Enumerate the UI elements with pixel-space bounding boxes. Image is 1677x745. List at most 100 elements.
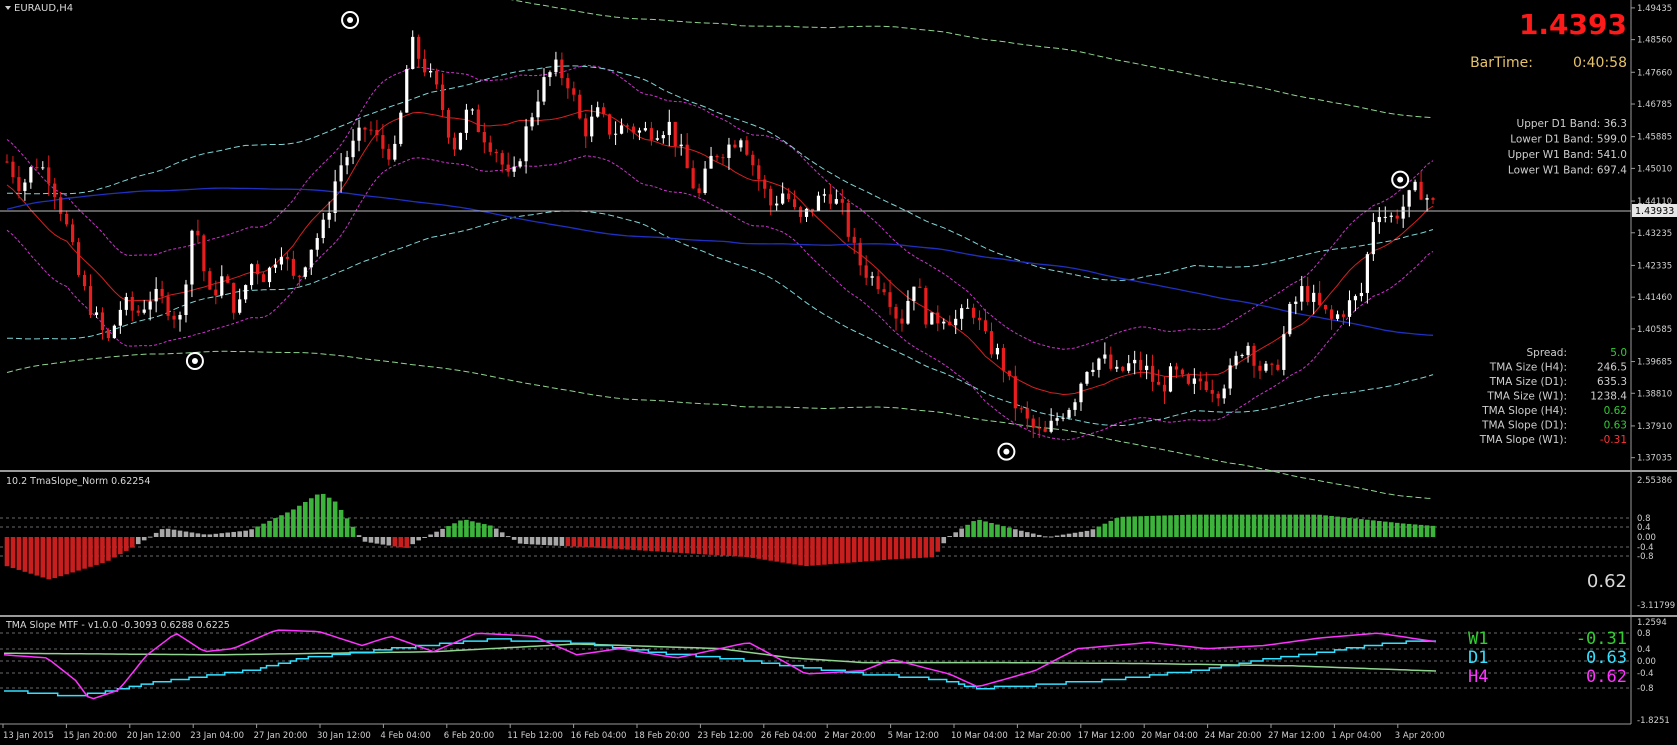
time-tick-label: 6 Feb 20:00 bbox=[444, 731, 494, 741]
time-tick-label: 2 Mar 20:00 bbox=[824, 731, 875, 741]
hist-bar-neg bbox=[935, 537, 941, 552]
time-tick-label: 20 Jan 12:00 bbox=[127, 731, 181, 741]
hist-bar-pos bbox=[303, 501, 308, 537]
hist-bar-pos bbox=[452, 523, 457, 537]
current-price-tag: 1.43933 bbox=[1635, 206, 1674, 217]
hist-bar-pos bbox=[177, 530, 183, 537]
hist-bar-neg bbox=[547, 537, 553, 546]
hist-bar-neg bbox=[52, 537, 58, 579]
hist-bar-neg bbox=[631, 537, 636, 550]
candle-bear bbox=[858, 242, 862, 266]
hist-bar-pos bbox=[1198, 514, 1203, 537]
hist-bar-pos bbox=[428, 534, 433, 537]
candle-bull bbox=[661, 135, 665, 139]
subwindow1-value: 0.62 bbox=[1587, 571, 1627, 592]
hist-bar-pos bbox=[243, 530, 248, 537]
candle-bear bbox=[363, 127, 367, 130]
candle-bull bbox=[619, 125, 624, 134]
hist-bar-pos bbox=[1424, 525, 1430, 537]
candle-bear bbox=[757, 165, 761, 180]
stat-label: TMA Slope (H4): bbox=[1481, 405, 1567, 417]
candle-bull bbox=[244, 285, 248, 300]
swing-marker-dot bbox=[1003, 448, 1010, 455]
candle-bear bbox=[876, 276, 880, 290]
hist-bar-pos bbox=[499, 532, 505, 537]
candle-bull bbox=[1288, 303, 1292, 335]
hist-bar-pos bbox=[434, 531, 439, 537]
candle-bull bbox=[148, 301, 152, 310]
candle-bull bbox=[637, 130, 642, 133]
hist-bar-neg bbox=[124, 537, 129, 551]
candle-bull bbox=[1133, 359, 1137, 364]
hist-bar-neg bbox=[714, 537, 720, 556]
hist-bar-neg bbox=[768, 537, 774, 561]
subwindow1-title: 10.2 TmaSlope_Norm 0.62254 bbox=[6, 476, 150, 487]
candle-bear bbox=[172, 315, 176, 320]
candle-bull bbox=[679, 144, 683, 147]
candle-bear bbox=[76, 242, 81, 275]
hist-bar-pos bbox=[1430, 525, 1436, 537]
candle-bear bbox=[566, 78, 570, 89]
time-tick-label: 23 Jan 04:00 bbox=[190, 731, 244, 741]
hist-bar-neg bbox=[565, 537, 571, 547]
candle-bear bbox=[918, 286, 922, 288]
candle-bull bbox=[1377, 216, 1381, 223]
hist-bar-pos bbox=[1287, 514, 1293, 537]
price-tick-label: 1.48560 bbox=[1637, 36, 1672, 46]
candle-bear bbox=[494, 151, 498, 154]
candle-bull bbox=[470, 109, 474, 111]
candle-bull bbox=[1413, 181, 1417, 191]
candle-bull bbox=[1282, 334, 1286, 370]
hist-bar-neg bbox=[517, 537, 523, 544]
hist-bar-pos bbox=[953, 532, 958, 537]
hist-bar-pos bbox=[493, 528, 499, 537]
candle-bear bbox=[166, 296, 170, 316]
candle-bear bbox=[1329, 309, 1334, 319]
candle-bear bbox=[894, 306, 898, 319]
hist-bar-pos bbox=[1180, 514, 1185, 537]
candle-bear bbox=[196, 230, 200, 236]
candle-bull bbox=[1091, 369, 1095, 372]
hist-bar-pos bbox=[989, 523, 994, 537]
stat-value: 246.5 bbox=[1597, 362, 1627, 374]
candle-bear bbox=[900, 318, 904, 324]
hist-bar-neg bbox=[535, 537, 541, 545]
hist-bar-pos bbox=[195, 533, 201, 537]
mtf-legend: W1 -0.31 D1 0.63 H4 0.62 bbox=[1468, 629, 1627, 687]
candle-bear bbox=[733, 144, 737, 148]
candle-bull bbox=[429, 70, 433, 73]
hist-bar-neg bbox=[16, 537, 22, 570]
hist-bar-neg bbox=[135, 537, 141, 545]
hist-bar-neg bbox=[875, 537, 881, 561]
hist-bar-neg bbox=[511, 537, 517, 540]
price-tick-label: 1.40585 bbox=[1637, 325, 1672, 335]
candle-bull bbox=[1127, 363, 1131, 371]
time-tick-label: 24 Mar 20:00 bbox=[1205, 731, 1262, 741]
bartime-label: BarTime: bbox=[1470, 55, 1533, 71]
time-tick-label: 23 Feb 12:00 bbox=[697, 731, 753, 741]
stat-label: TMA Size (H4): bbox=[1489, 362, 1567, 374]
hist-bar-neg bbox=[666, 537, 672, 553]
stat-label: TMA Size (W1): bbox=[1486, 391, 1567, 403]
hist-bar-neg bbox=[362, 537, 368, 542]
hist-bar-pos bbox=[249, 529, 254, 537]
hist-bar-pos bbox=[1162, 515, 1167, 537]
chart-canvas: 2.553860.80.40.00-0.4-0.8-3.11799 1.2594… bbox=[0, 0, 1677, 741]
candle-bull bbox=[930, 312, 934, 325]
hist-bar-pos bbox=[1203, 514, 1209, 537]
hist-bar-pos bbox=[1323, 515, 1328, 537]
sub2-axis-label: 0.00 bbox=[1637, 657, 1656, 667]
time-tick-label: 30 Jan 12:00 bbox=[317, 731, 371, 741]
candle-bear bbox=[285, 256, 290, 259]
band-info-line: Lower D1 Band: 599.0 bbox=[1510, 134, 1627, 146]
hist-bar-pos bbox=[314, 494, 320, 537]
symbol-title: EURAUD,H4 bbox=[14, 3, 73, 14]
candle-bull bbox=[1371, 222, 1375, 255]
hist-bar-pos bbox=[1024, 532, 1030, 537]
candle-bull bbox=[530, 117, 534, 127]
hist-bar-pos bbox=[971, 521, 976, 537]
hist-bar-pos bbox=[344, 518, 350, 537]
candle-bull bbox=[1240, 355, 1244, 357]
hist-bar-pos bbox=[1108, 520, 1114, 537]
hist-bar-pos bbox=[995, 524, 1000, 537]
